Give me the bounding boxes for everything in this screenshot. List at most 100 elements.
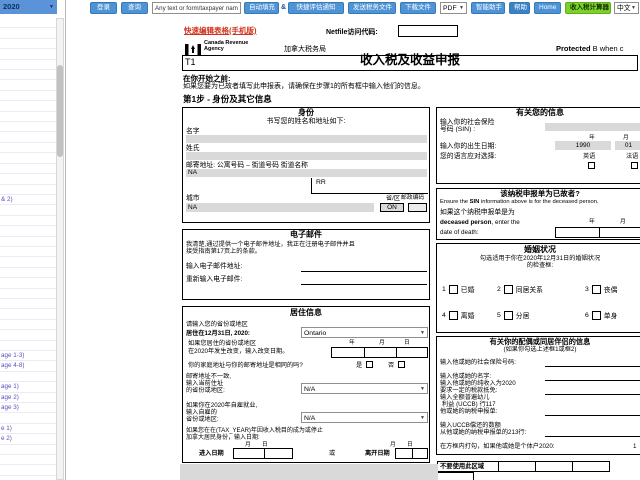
- sidebar-item[interactable]: [0, 413, 56, 424]
- sidebar-item[interactable]: [0, 455, 56, 466]
- entry-date-input[interactable]: [233, 448, 293, 459]
- sidebar-item[interactable]: [0, 299, 56, 310]
- sidebar-scrollbar-track[interactable]: [56, 18, 64, 480]
- self-employed-province-select[interactable]: N/A ▼: [301, 412, 428, 423]
- sidebar-item[interactable]: [0, 101, 56, 112]
- login-button[interactable]: 登录: [90, 2, 117, 14]
- sidebar-item[interactable]: [0, 372, 56, 383]
- dob-year-input[interactable]: 1990: [555, 141, 611, 150]
- yes-checkbox[interactable]: [366, 361, 373, 368]
- home-button[interactable]: Home: [534, 2, 561, 14]
- postal-code-input[interactable]: [408, 203, 427, 212]
- marital-option-checkbox[interactable]: [448, 284, 458, 294]
- sidebar-item[interactable]: [0, 205, 56, 216]
- sidebar-item[interactable]: [0, 476, 56, 480]
- marital-option[interactable]: 6 单身: [585, 302, 638, 328]
- spouse-name-input[interactable]: [545, 370, 640, 381]
- sidebar-item[interactable]: [0, 247, 56, 258]
- sidebar-item[interactable]: [0, 60, 56, 71]
- sidebar-item[interactable]: [0, 278, 56, 289]
- search-input[interactable]: [152, 2, 241, 14]
- mailing-address-input[interactable]: NA: [186, 169, 427, 177]
- french-checkbox[interactable]: [631, 162, 638, 169]
- sin-input[interactable]: [545, 123, 640, 131]
- query-button[interactable]: 查询: [121, 2, 148, 14]
- sidebar-scrollbar-thumb[interactable]: [57, 65, 63, 157]
- sidebar-item[interactable]: [0, 70, 56, 81]
- sidebar-item[interactable]: [0, 237, 56, 247]
- sidebar-item[interactable]: [0, 330, 56, 341]
- province-dec31-select[interactable]: Ontario ▼: [301, 327, 428, 338]
- sidebar-item[interactable]: & 2): [0, 195, 56, 206]
- date-of-death-input[interactable]: [555, 227, 640, 238]
- assistant-button[interactable]: 智能助手: [471, 2, 505, 14]
- download-files-button[interactable]: 下载文件: [400, 2, 436, 14]
- marital-option[interactable]: 3 丧偶: [585, 276, 638, 302]
- city-input[interactable]: NA: [186, 203, 374, 212]
- sidebar-item[interactable]: e 2): [0, 434, 56, 445]
- marital-option-checkbox[interactable]: [591, 310, 601, 320]
- sidebar-item[interactable]: age 1-3): [0, 351, 56, 362]
- sidebar-item[interactable]: age 2): [0, 393, 56, 404]
- exit-date-input[interactable]: [395, 448, 428, 459]
- marital-option[interactable]: 1 已婚: [442, 276, 497, 302]
- autofill-button[interactable]: 自动填充: [244, 2, 279, 14]
- sidebar-item[interactable]: [0, 185, 56, 195]
- sidebar-item[interactable]: [0, 320, 56, 331]
- email-input[interactable]: [301, 261, 427, 272]
- sidebar-item[interactable]: [0, 18, 56, 29]
- sidebar-item[interactable]: [0, 174, 56, 185]
- marital-option[interactable]: 4 离婚: [442, 302, 497, 328]
- first-name-input[interactable]: [186, 135, 427, 143]
- email-reenter-input[interactable]: [301, 274, 427, 285]
- current-residence-select[interactable]: N/A ▼: [301, 383, 428, 394]
- sidebar-item[interactable]: [0, 257, 56, 268]
- netfile-code-input[interactable]: [398, 25, 458, 37]
- sidebar-item[interactable]: [0, 122, 56, 133]
- sidebar-item[interactable]: e 1): [0, 424, 56, 435]
- marital-option-checkbox[interactable]: [448, 310, 458, 320]
- sidebar-item[interactable]: [0, 153, 56, 164]
- quick-assess-button[interactable]: 快捷评估通知: [288, 2, 344, 14]
- pdf-select[interactable]: PDF ▼: [440, 2, 467, 14]
- spouse-sin-input[interactable]: [545, 356, 640, 367]
- sidebar-item[interactable]: age 1): [0, 382, 56, 393]
- sidebar-item[interactable]: [0, 289, 56, 299]
- last-name-input[interactable]: [186, 152, 427, 160]
- sidebar-item[interactable]: [0, 341, 56, 351]
- sidebar-item[interactable]: [0, 226, 56, 237]
- dob-month-input[interactable]: 01: [615, 141, 640, 150]
- marital-option[interactable]: 5 分居: [497, 302, 585, 328]
- sidebar-item[interactable]: age 3): [0, 403, 56, 414]
- marital-option-checkbox[interactable]: [503, 310, 513, 320]
- sidebar-item[interactable]: [0, 112, 56, 123]
- spouse-income-input[interactable]: [545, 384, 640, 395]
- sidebar-item[interactable]: [0, 39, 56, 50]
- quick-edit-mobile-link[interactable]: 快速编辑表格(手机版): [184, 27, 257, 35]
- sidebar-item[interactable]: [0, 164, 56, 175]
- spouse-repay-input[interactable]: [545, 426, 640, 437]
- year-select[interactable]: 2020 ▼: [0, 0, 57, 14]
- sidebar-item[interactable]: [0, 80, 56, 91]
- sidebar-item[interactable]: [0, 143, 56, 154]
- province-input[interactable]: ON: [380, 203, 404, 212]
- sidebar-item[interactable]: [0, 216, 56, 227]
- sidebar-item[interactable]: [0, 28, 56, 39]
- change-date-input[interactable]: [331, 347, 428, 358]
- sidebar-item[interactable]: [0, 309, 56, 320]
- marital-option-checkbox[interactable]: [591, 284, 601, 294]
- sidebar-item[interactable]: [0, 132, 56, 143]
- english-checkbox[interactable]: [588, 162, 595, 169]
- sidebar-item[interactable]: [0, 268, 56, 279]
- spouse-uccb-input[interactable]: [545, 405, 640, 416]
- help-button[interactable]: 帮助: [509, 2, 530, 14]
- marital-option-checkbox[interactable]: [503, 284, 513, 294]
- sidebar-item[interactable]: [0, 91, 56, 102]
- marital-option[interactable]: 2 同居关系: [497, 276, 585, 302]
- language-select[interactable]: 中文 ▼: [614, 2, 639, 14]
- income-tax-calculator-button[interactable]: 收入税计算器: [565, 2, 611, 14]
- sidebar-item[interactable]: age 4-8): [0, 361, 56, 372]
- sidebar-item[interactable]: [0, 465, 56, 476]
- no-checkbox[interactable]: [398, 361, 405, 368]
- send-tax-files-button[interactable]: 发送税务文件: [348, 2, 396, 14]
